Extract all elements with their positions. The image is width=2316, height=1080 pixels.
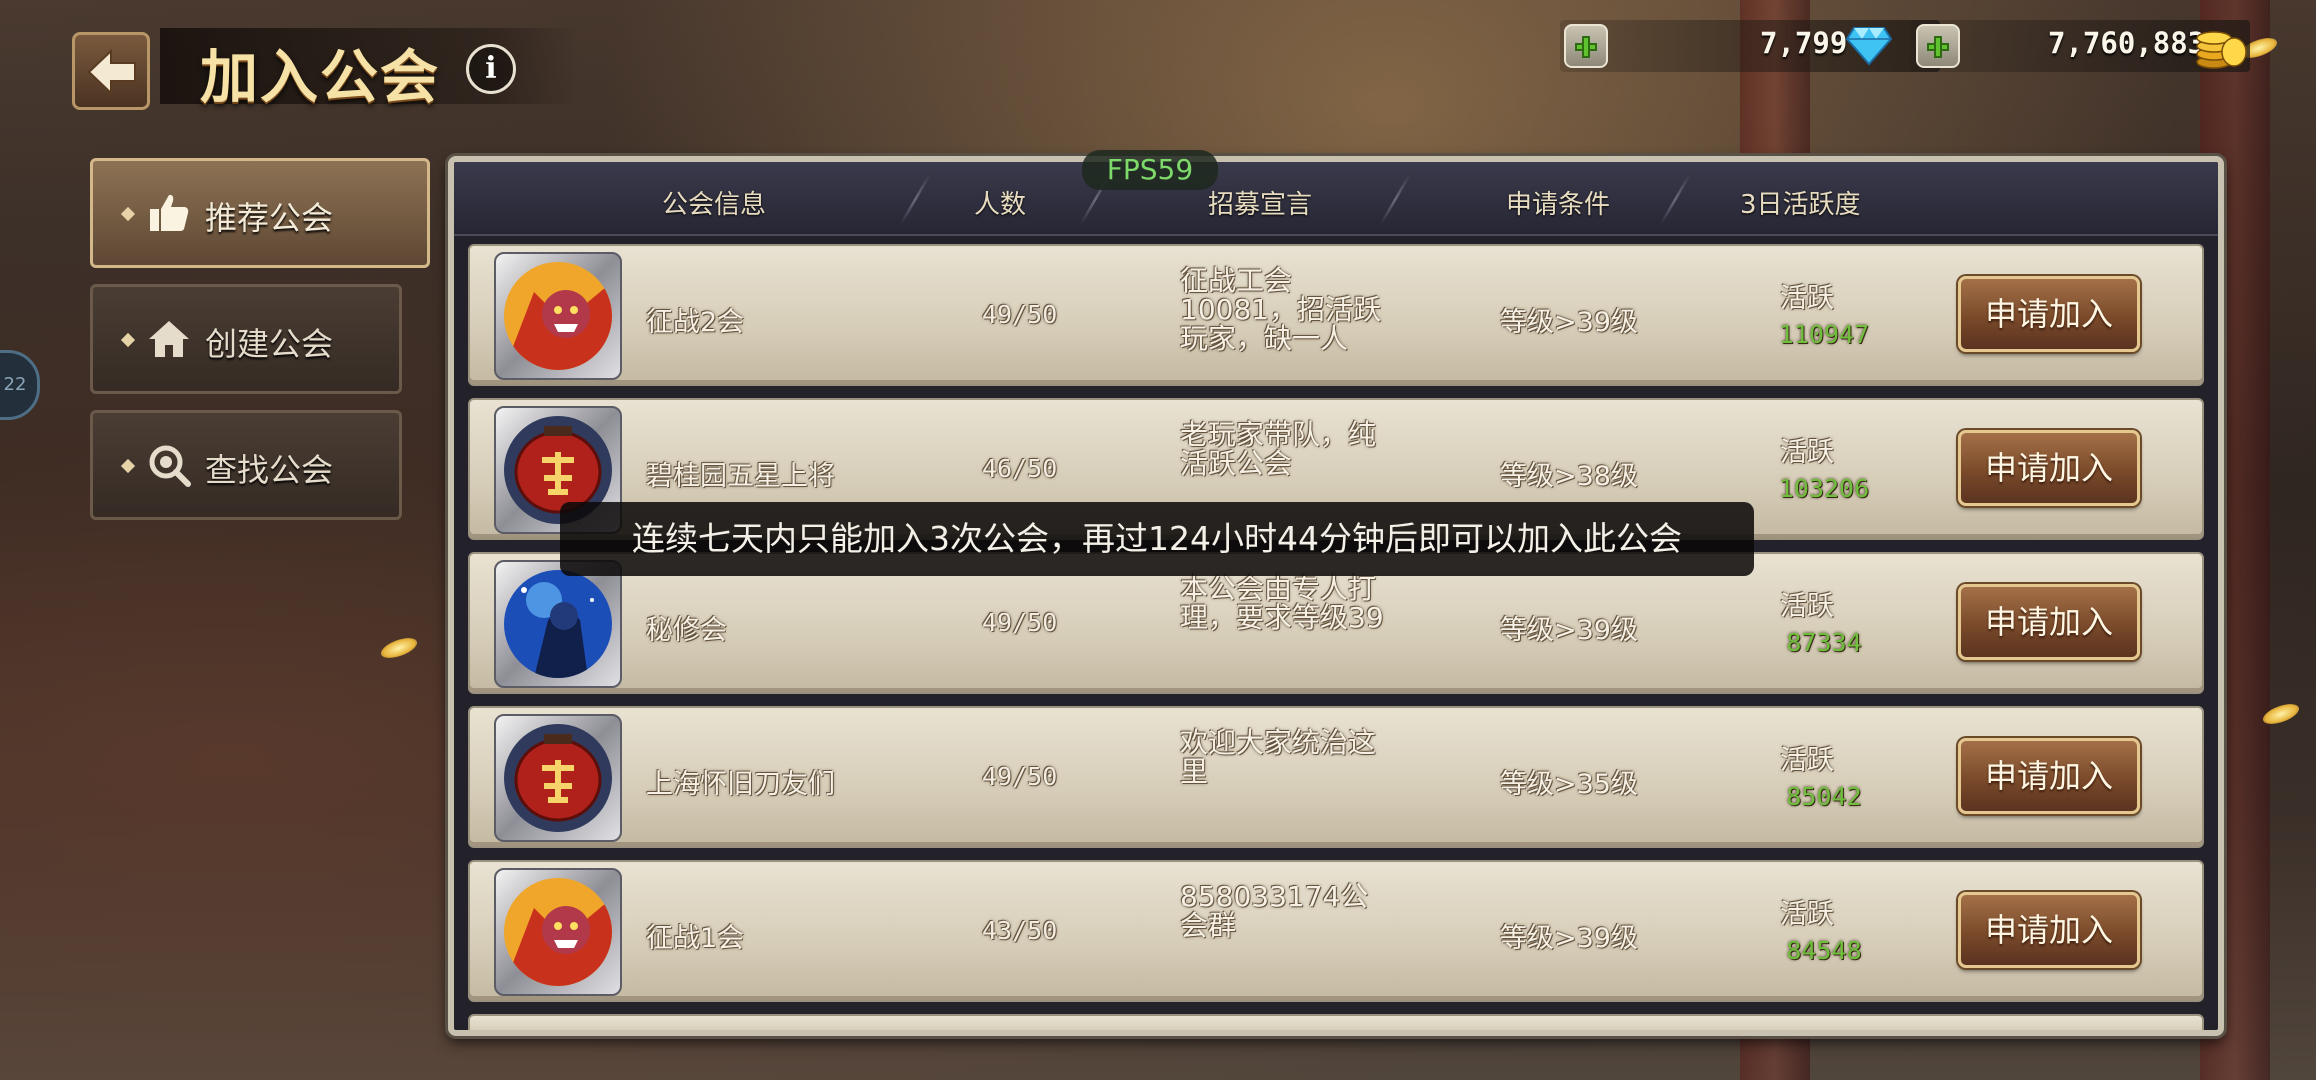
activity-label: 活跃	[1780, 283, 1834, 314]
sidebar-item-label: 查找公会	[205, 451, 334, 489]
sidebar-item-search[interactable]: 查找公会	[90, 410, 402, 520]
apply-join-button[interactable]: 申请加入	[1958, 584, 2140, 660]
thumbs-up-icon	[150, 194, 189, 231]
join-condition: 等级>38级	[1500, 461, 1638, 492]
column-header: 招募宣言	[1208, 190, 1313, 220]
info-icon[interactable]: i	[466, 44, 516, 94]
guild-name: 征战1会	[646, 923, 745, 954]
back-button[interactable]	[72, 32, 150, 110]
bullet-diamond	[120, 458, 136, 474]
guild-avatar	[494, 714, 622, 842]
column-separator	[899, 174, 932, 224]
column-separator	[1379, 174, 1412, 224]
guild-name: 上海怀旧刀友们	[646, 769, 835, 800]
activity-label: 活跃	[1780, 437, 1834, 468]
guild-name: 征战2会	[646, 307, 745, 338]
guild-avatar	[494, 252, 622, 380]
bullet-diamond	[120, 206, 136, 222]
activity-label: 活跃	[1780, 745, 1834, 776]
add-gems-button[interactable]	[1564, 24, 1608, 68]
demon-warrior-emblem-icon	[504, 262, 612, 370]
member-count: 49/50	[982, 762, 1058, 791]
red-lantern-emblem-icon	[504, 724, 612, 832]
sidebar-item-label: 创建公会	[205, 325, 334, 363]
activity-label: 活跃	[1780, 899, 1834, 930]
guild-name: 秘修会	[646, 615, 727, 646]
column-separator	[1659, 174, 1692, 224]
guild-row[interactable]: 征战2会 49/50 征战工会10081，招活跃玩家，缺一人 等级>39级 活跃…	[468, 244, 2204, 386]
member-count: 49/50	[982, 608, 1058, 637]
activity-value: 110947	[1778, 320, 1870, 349]
gold-coins-icon	[2196, 31, 2247, 69]
demon-warrior-emblem-icon	[504, 878, 612, 986]
sidebar-item-recommended[interactable]: 推荐公会	[90, 158, 430, 268]
apply-join-button[interactable]: 申请加入	[1958, 738, 2140, 814]
table-header: 公会信息 人数 招募宣言 申请条件 3日活跃度	[454, 162, 2218, 236]
join-condition: 等级>35级	[1500, 769, 1638, 800]
guild-list-panel[interactable]: 公会信息 人数 招募宣言 申请条件 3日活跃度 征战2会 49/50 征战工会1…	[448, 156, 2224, 1036]
member-count: 46/50	[982, 454, 1058, 483]
add-gold-button[interactable]	[1916, 24, 1960, 68]
recruit-slogan: 老玩家带队，纯活跃公会	[1180, 418, 1377, 480]
home-icon	[149, 321, 189, 357]
sidebar-item-label: 推荐公会	[205, 199, 334, 237]
blue-mage-emblem-icon	[504, 570, 612, 678]
guild-row-partial	[468, 1014, 2204, 1030]
magnifier-icon	[149, 445, 191, 487]
activity-value: 84548	[1786, 936, 1862, 965]
recruit-slogan: 858033174公会群	[1180, 880, 1369, 942]
member-count: 49/50	[982, 300, 1058, 329]
recruit-slogan: 本公会由专人打理，要求等级39	[1180, 572, 1384, 634]
column-header: 申请条件	[1506, 190, 1611, 220]
toast-message: 连续七天内只能加入3次公会，再过124小时44分钟后即可以加入此公会	[560, 502, 1754, 576]
column-header: 3日活跃度	[1740, 190, 1861, 220]
guild-row[interactable]: 征战1会 43/50 858033174公会群 等级>39级 活跃 84548 …	[468, 860, 2204, 1002]
column-header: 人数	[974, 190, 1027, 220]
fps-counter: FPS59	[1082, 150, 1218, 190]
guild-avatar	[494, 868, 622, 996]
activity-value: 87334	[1786, 628, 1862, 657]
recruit-slogan: 征战工会10081，招活跃玩家，缺一人	[1180, 264, 1382, 355]
join-condition: 等级>39级	[1500, 615, 1638, 646]
activity-value: 85042	[1786, 782, 1862, 811]
guild-avatar	[494, 560, 622, 688]
sidebar-item-create[interactable]: 创建公会	[90, 284, 402, 394]
activity-label: 活跃	[1780, 591, 1834, 622]
activity-value: 103206	[1778, 474, 1870, 503]
join-condition: 等级>39级	[1500, 307, 1638, 338]
guild-row[interactable]: 上海怀旧刀友们 49/50 欢迎大家统治这里 等级>35级 活跃 85042 申…	[468, 706, 2204, 848]
join-condition: 等级>39级	[1500, 923, 1638, 954]
column-header: 公会信息	[662, 190, 767, 220]
bullet-diamond	[120, 332, 136, 348]
guild-name: 碧桂园五星上将	[646, 461, 835, 492]
gold-count: 7,760,883	[2048, 26, 2206, 60]
recruit-slogan: 欢迎大家统治这里	[1180, 726, 1377, 788]
apply-join-button[interactable]: 申请加入	[1958, 892, 2140, 968]
back-arrow-icon	[87, 49, 136, 95]
gem-count: 7,799	[1760, 26, 1848, 60]
member-count: 43/50	[982, 916, 1058, 945]
apply-join-button[interactable]: 申请加入	[1958, 276, 2140, 352]
apply-join-button[interactable]: 申请加入	[1958, 430, 2140, 506]
diamond-icon	[1846, 27, 1892, 66]
flying-coin	[378, 633, 420, 663]
side-edge-badge[interactable]: 22	[0, 350, 40, 420]
page-title: 加入公会	[200, 43, 441, 111]
